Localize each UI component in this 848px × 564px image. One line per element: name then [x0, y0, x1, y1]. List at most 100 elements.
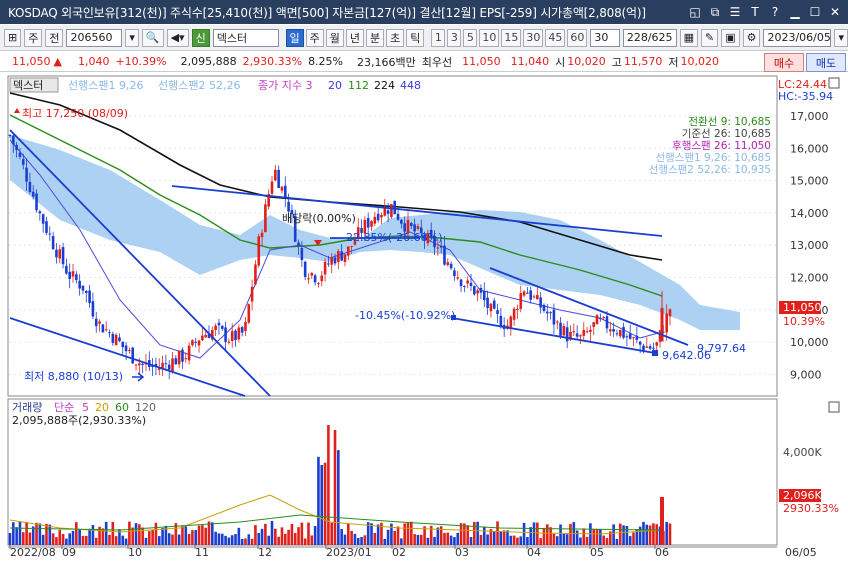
candle-body — [184, 358, 188, 360]
candle-body — [270, 181, 274, 194]
candle-body — [609, 329, 612, 332]
candle-body — [131, 347, 135, 364]
interval-button-3[interactable]: 3 — [447, 28, 462, 47]
volume-bar — [413, 534, 416, 545]
volume-ma-120: 120 — [135, 401, 156, 414]
volume-bar — [134, 523, 138, 545]
window-control-1[interactable]: ⧉ — [708, 5, 722, 20]
range-field[interactable]: 228/625 — [622, 28, 677, 47]
volume-bar — [532, 522, 536, 545]
candle-body — [25, 167, 28, 182]
chart-area[interactable]: 17,000 16,000 15,000 14,000 13,000 12,000 11,0… — [0, 73, 848, 564]
draw-icon[interactable]: ✎ — [700, 28, 719, 47]
candle-body — [247, 304, 251, 323]
menu-icon[interactable]: ⊞ — [4, 28, 22, 47]
volume-bar — [184, 526, 188, 545]
volume-bar — [655, 524, 659, 545]
count-select[interactable]: 30 — [590, 28, 620, 47]
interval-button-15[interactable]: 15 — [501, 28, 522, 47]
min-price-label: 최저 8,880 (10/13) — [24, 370, 123, 383]
sell-button[interactable]: 매도 — [806, 53, 846, 72]
volume-bar — [187, 533, 191, 545]
interval-button-45[interactable]: 45 — [545, 28, 566, 47]
candle-body — [589, 329, 592, 332]
period-tab-4[interactable]: 분 — [366, 28, 385, 47]
candle-body — [58, 249, 62, 259]
quote-bar: 11,050 ▲ 1,040 +10.39% 2,095,888 2,930.3… — [0, 52, 848, 72]
candle-body — [61, 247, 65, 265]
volume-bar — [161, 528, 164, 545]
volume-bar — [244, 538, 247, 545]
interval-button-5[interactable]: 5 — [463, 28, 478, 47]
stock-name-field[interactable]: 덱스터 — [212, 28, 279, 47]
calendar-icon[interactable]: ▾ — [834, 28, 848, 47]
period-tab-3[interactable]: 년 — [345, 28, 365, 47]
code-dropdown-icon[interactable]: ▾ — [125, 28, 139, 47]
stock-code-input[interactable]: 206560 — [66, 28, 123, 47]
candle-body — [453, 270, 456, 277]
date-field[interactable]: 2023/06/05 — [763, 28, 832, 47]
mode-button[interactable]: 전 — [45, 28, 64, 47]
period-tab-0[interactable]: 일 — [285, 28, 304, 47]
period-tab-6[interactable]: 틱 — [406, 28, 425, 47]
volume-bar — [307, 522, 310, 545]
toolbar: ⊞ 주 전 206560 ▾ 🔍 ◀▾ 신 덱스터 일주월년분초틱 1 3 5 10 1… — [0, 25, 848, 51]
window-control-0[interactable]: ◱ — [688, 5, 702, 20]
interval-button-1[interactable]: 1 — [431, 28, 446, 47]
volume-bar — [171, 534, 174, 545]
speaker-icon[interactable]: ◀▾ — [166, 28, 189, 47]
candle-body — [28, 181, 32, 193]
candle-body — [536, 294, 539, 300]
volume-bar — [602, 535, 605, 545]
interval-button-30[interactable]: 30 — [523, 28, 544, 47]
ichimoku-base: 기준선 26: 10,685 — [682, 128, 771, 140]
buy-button[interactable]: 매수 — [764, 53, 804, 72]
candle-body — [220, 325, 224, 329]
volume-panel-maximize-icon[interactable] — [828, 401, 840, 413]
candle-body — [446, 262, 450, 266]
volume-bar — [373, 532, 377, 545]
search-icon[interactable]: 🔍 — [141, 28, 164, 47]
volume-bar — [323, 462, 327, 545]
window-control-4[interactable]: ? — [768, 5, 782, 20]
candle-body — [443, 245, 446, 265]
candle-body — [592, 322, 596, 328]
volume-bar — [181, 525, 184, 545]
volume-bar — [469, 537, 473, 545]
interval-button-10[interactable]: 10 — [479, 28, 500, 47]
candle-body — [386, 210, 390, 214]
candle-body — [449, 263, 453, 269]
candle-body — [625, 336, 629, 338]
period-tab-2[interactable]: 월 — [325, 28, 344, 47]
title-bar: KOSDAQ 외국인보유[312(천)] 주식수[25,410(천)] 액면[5… — [0, 0, 848, 24]
candle-body — [31, 191, 35, 197]
window-control-2[interactable]: ☰ — [728, 5, 742, 20]
volume-bar — [75, 522, 78, 545]
candle-body — [118, 337, 121, 342]
kind-select[interactable]: 주 — [24, 28, 43, 47]
volume-bar — [492, 531, 496, 545]
volume-bar — [138, 524, 141, 545]
settings-icon[interactable]: ⚙ — [742, 28, 761, 47]
volume-bar — [665, 521, 668, 545]
candle-body — [486, 297, 489, 309]
candle-body — [38, 211, 42, 214]
legend-ma-448: 448 — [400, 79, 421, 92]
interval-button-60[interactable]: 60 — [567, 28, 588, 47]
window-control-5[interactable]: ▁ — [788, 5, 802, 20]
save-icon[interactable]: ▣ — [721, 28, 740, 47]
price-panel-maximize-icon[interactable] — [828, 77, 840, 89]
trend-high-label: 9,797.64 — [697, 342, 746, 355]
volume-bar — [545, 524, 549, 545]
time-tick: 12 — [258, 546, 272, 559]
volume-info: 2,095,888주(2,930.33%) — [12, 414, 146, 427]
window-control-7[interactable]: ✕ — [828, 5, 842, 20]
candle-body — [526, 292, 529, 294]
chart-tools-icon[interactable]: ▦ — [679, 28, 698, 47]
window-control-6[interactable]: ☐ — [808, 5, 822, 20]
volume-bar — [121, 535, 125, 545]
period-tab-1[interactable]: 주 — [305, 28, 324, 47]
period-tab-5[interactable]: 초 — [386, 28, 405, 47]
window-control-3[interactable]: T — [748, 5, 762, 20]
volume-bar — [217, 533, 221, 545]
